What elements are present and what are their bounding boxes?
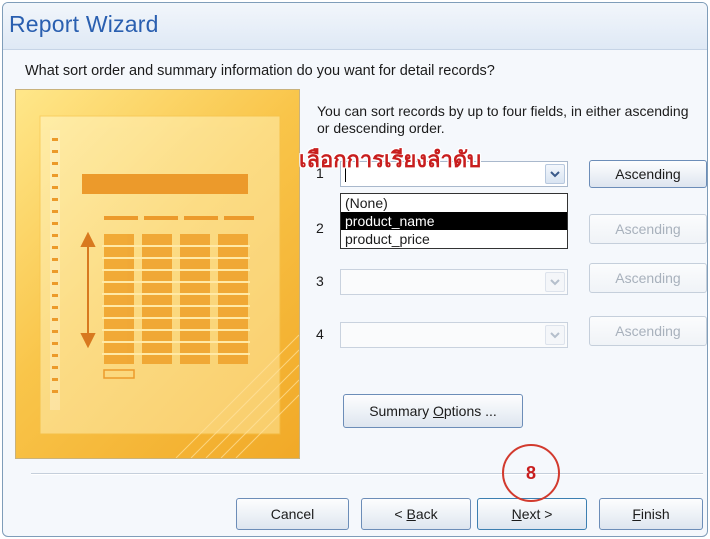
dialog-title: Report Wizard — [9, 11, 159, 37]
sort-order-3-button[interactable]: Ascending — [589, 263, 707, 293]
finish-button[interactable]: Finish — [599, 498, 703, 530]
sort-order-1-button[interactable]: Ascending — [589, 160, 707, 188]
chevron-down-icon[interactable] — [545, 325, 565, 345]
summary-options-label-post: ptions ... — [443, 403, 497, 419]
sort-row-4-number: 4 — [316, 326, 324, 342]
next-label-post: ext > — [521, 506, 553, 522]
sort-order-4-button[interactable]: Ascending — [589, 316, 707, 346]
back-label-pre: < — [394, 506, 407, 522]
summary-options-button[interactable]: Summary Options ... — [343, 394, 523, 428]
chevron-down-icon[interactable] — [545, 272, 565, 292]
report-preview-graphic — [39, 115, 299, 458]
sort-order-2-button[interactable]: Ascending — [589, 214, 707, 244]
thai-annotation: เลือกการเรียงลำดับ — [299, 148, 482, 173]
next-mnemonic: N — [511, 506, 522, 522]
step-marker-circle: 8 — [502, 444, 560, 502]
dropdown-option-product-name[interactable]: product_name — [341, 212, 567, 230]
cancel-button[interactable]: Cancel — [236, 498, 349, 530]
summary-options-label-pre: Summary — [369, 403, 433, 419]
finish-label-post: inish — [640, 506, 670, 522]
report-wizard-dialog: Report Wizard What sort order and summar… — [2, 2, 708, 537]
chevron-down-icon[interactable] — [545, 164, 565, 184]
sort-field-3-combo[interactable] — [340, 269, 568, 295]
sort-field-4-combo[interactable] — [340, 322, 568, 348]
cancel-label: Cancel — [270, 506, 315, 522]
dropdown-option-none[interactable]: (None) — [341, 194, 567, 212]
report-preview-image — [15, 89, 300, 459]
sort-field-dropdown-list[interactable]: (None) product_name product_price — [340, 193, 568, 249]
sort-hint-text: You can sort records by up to four field… — [317, 103, 689, 136]
back-mnemonic: B — [406, 506, 416, 522]
sort-row-3-number: 3 — [316, 273, 324, 289]
footer-separator — [31, 473, 703, 475]
summary-options-mnemonic: O — [432, 403, 444, 419]
wizard-question: What sort order and summary information … — [25, 63, 495, 79]
next-button[interactable]: Next > — [477, 498, 587, 530]
finish-mnemonic: F — [632, 506, 641, 522]
back-label-post: ack — [415, 506, 438, 522]
sort-row-2-number: 2 — [316, 220, 324, 236]
back-button[interactable]: < Back — [361, 498, 471, 530]
dropdown-option-product-price[interactable]: product_price — [341, 230, 567, 248]
title-bar: Report Wizard — [3, 3, 707, 50]
